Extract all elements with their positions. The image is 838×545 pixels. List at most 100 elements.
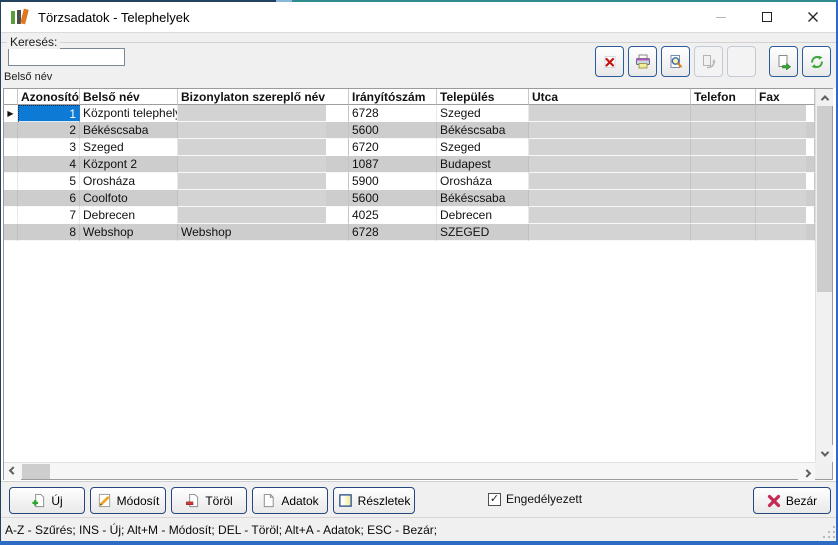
- cell-internal_name[interactable]: Központi telephely: [80, 105, 178, 122]
- cell-phone[interactable]: [691, 156, 756, 173]
- cell-zip[interactable]: 5600: [349, 122, 437, 139]
- cell-zip[interactable]: 6728: [349, 224, 437, 241]
- cell-city[interactable]: Orosháza: [437, 173, 529, 190]
- cell-street[interactable]: [529, 224, 691, 241]
- column-header[interactable]: Telefon: [691, 89, 756, 105]
- cell-id[interactable]: 8: [18, 224, 80, 241]
- cell-fax[interactable]: [756, 173, 815, 190]
- column-header[interactable]: Település: [437, 89, 529, 105]
- cell-id[interactable]: 3: [18, 139, 80, 156]
- table-row[interactable]: 5Orosháza5900Orosháza: [4, 173, 815, 190]
- column-header[interactable]: Bizonylaton szereplő név: [178, 89, 349, 105]
- cell-internal_name[interactable]: Webshop: [80, 224, 178, 241]
- cell-fax[interactable]: [756, 139, 815, 156]
- cell-fax[interactable]: [756, 105, 815, 122]
- clear-filter-button[interactable]: [595, 46, 624, 77]
- horizontal-scrollbar[interactable]: [4, 462, 815, 479]
- cell-city[interactable]: Szeged: [437, 105, 529, 122]
- cell-fax[interactable]: [756, 207, 815, 224]
- cell-street[interactable]: [529, 190, 691, 207]
- cell-internal_name[interactable]: Coolfoto: [80, 190, 178, 207]
- cell-id[interactable]: 4: [18, 156, 80, 173]
- cell-doc_name[interactable]: [178, 156, 349, 173]
- column-header[interactable]: Irányítószám: [349, 89, 437, 105]
- modify-button[interactable]: Módosít: [90, 487, 166, 514]
- cell-city[interactable]: SZEGED: [437, 224, 529, 241]
- scroll-right-button[interactable]: [798, 463, 815, 480]
- cell-phone[interactable]: [691, 105, 756, 122]
- cell-city[interactable]: Békéscsaba: [437, 122, 529, 139]
- close-dialog-button[interactable]: Bezár: [753, 487, 831, 514]
- cell-zip[interactable]: 6728: [349, 105, 437, 122]
- delete-button[interactable]: Töröl: [171, 487, 247, 514]
- scroll-down-button[interactable]: [816, 445, 833, 462]
- table-row[interactable]: ▶1Központi telephely6728Szeged: [4, 105, 815, 122]
- print-preview-button[interactable]: [661, 46, 690, 77]
- data-button[interactable]: Adatok: [252, 487, 328, 514]
- cell-id[interactable]: 2: [18, 122, 80, 139]
- cell-street[interactable]: [529, 122, 691, 139]
- cell-id[interactable]: 6: [18, 190, 80, 207]
- cell-street[interactable]: [529, 173, 691, 190]
- cell-zip[interactable]: 5600: [349, 190, 437, 207]
- details-button[interactable]: Részletek: [333, 487, 415, 514]
- cell-fax[interactable]: [756, 190, 815, 207]
- cell-internal_name[interactable]: Központ 2: [80, 156, 178, 173]
- cell-id[interactable]: 7: [18, 207, 80, 224]
- refresh-button[interactable]: [802, 46, 831, 77]
- export-button[interactable]: [769, 46, 798, 77]
- cell-phone[interactable]: [691, 207, 756, 224]
- cell-doc_name[interactable]: Webshop: [178, 224, 349, 241]
- cell-phone[interactable]: [691, 122, 756, 139]
- table-row[interactable]: 4Központ 21087Budapest: [4, 156, 815, 173]
- vertical-scrollbar[interactable]: [815, 89, 832, 462]
- cell-phone[interactable]: [691, 173, 756, 190]
- cell-doc_name[interactable]: [178, 139, 349, 156]
- cell-internal_name[interactable]: Orosháza: [80, 173, 178, 190]
- vertical-scroll-thumb[interactable]: [817, 106, 832, 292]
- cell-internal_name[interactable]: Békéscsaba: [80, 122, 178, 139]
- cell-zip[interactable]: 4025: [349, 207, 437, 224]
- table-row[interactable]: 7Debrecen4025Debrecen: [4, 207, 815, 224]
- cell-phone[interactable]: [691, 224, 756, 241]
- cell-doc_name[interactable]: [178, 190, 349, 207]
- cell-city[interactable]: Békéscsaba: [437, 190, 529, 207]
- table-row[interactable]: 2Békéscsaba5600Békéscsaba: [4, 122, 815, 139]
- search-input[interactable]: [8, 48, 125, 66]
- cell-zip[interactable]: 5900: [349, 173, 437, 190]
- spare-button[interactable]: [727, 46, 756, 77]
- enabled-checkbox[interactable]: ✓: [488, 493, 501, 506]
- column-header[interactable]: Fax: [756, 89, 815, 105]
- cell-phone[interactable]: [691, 139, 756, 156]
- cell-street[interactable]: [529, 139, 691, 156]
- cell-city[interactable]: Budapest: [437, 156, 529, 173]
- scroll-left-button[interactable]: [4, 463, 21, 480]
- minimize-button[interactable]: [698, 2, 744, 32]
- table-row[interactable]: 6Coolfoto 5600Békéscsaba: [4, 190, 815, 207]
- maximize-button[interactable]: [744, 2, 790, 32]
- cell-zip[interactable]: 6720: [349, 139, 437, 156]
- cell-id[interactable]: 5: [18, 173, 80, 190]
- cell-city[interactable]: Debrecen: [437, 207, 529, 224]
- cell-internal_name[interactable]: Debrecen: [80, 207, 178, 224]
- cell-street[interactable]: [529, 156, 691, 173]
- column-header[interactable]: Azonosító: [18, 89, 80, 105]
- cell-doc_name[interactable]: [178, 173, 349, 190]
- cell-id[interactable]: 1: [18, 105, 80, 122]
- horizontal-scroll-thumb[interactable]: [22, 464, 50, 479]
- column-header[interactable]: Belső név: [80, 89, 178, 105]
- cell-street[interactable]: [529, 105, 691, 122]
- print-button[interactable]: [628, 46, 657, 77]
- cell-doc_name[interactable]: [178, 122, 349, 139]
- cell-city[interactable]: Szeged: [437, 139, 529, 156]
- cell-internal_name[interactable]: Szeged: [80, 139, 178, 156]
- cell-phone[interactable]: [691, 190, 756, 207]
- cell-fax[interactable]: [756, 122, 815, 139]
- cell-fax[interactable]: [756, 224, 815, 241]
- table-row[interactable]: 3Szeged6720Szeged: [4, 139, 815, 156]
- cell-street[interactable]: [529, 207, 691, 224]
- scroll-up-button[interactable]: [816, 89, 833, 106]
- cell-doc_name[interactable]: [178, 105, 349, 122]
- close-button[interactable]: [790, 2, 836, 32]
- copy-document-button[interactable]: [694, 46, 723, 77]
